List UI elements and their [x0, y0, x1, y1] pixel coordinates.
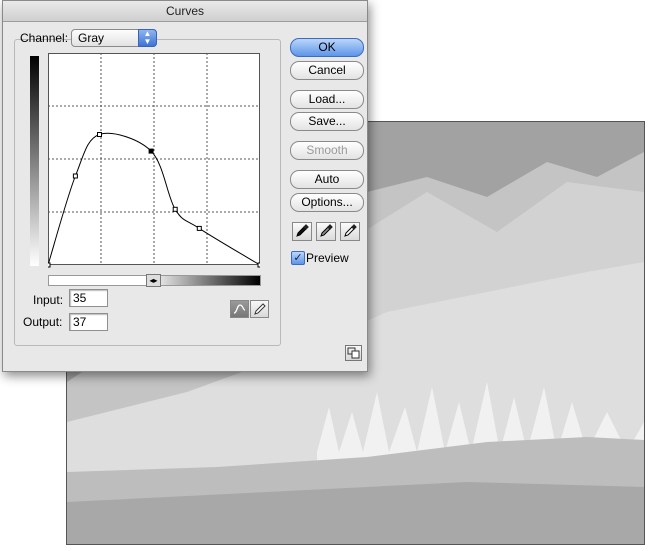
curve-tool-button[interactable]: [230, 300, 249, 318]
channel-value: Gray: [78, 31, 105, 45]
curve-point[interactable]: [172, 206, 178, 212]
white-point-eyedropper-button[interactable]: [340, 222, 360, 241]
curve-point[interactable]: [97, 132, 102, 137]
gradient-toggle-icon[interactable]: ◂▸: [146, 274, 161, 287]
pencil-tool-icon: [254, 303, 266, 315]
curve-point[interactable]: [196, 225, 202, 231]
curve-tool-icon: [233, 304, 246, 314]
ok-button[interactable]: OK: [290, 38, 364, 57]
load-button[interactable]: Load...: [290, 90, 364, 109]
input-gradient-bar-white: [48, 275, 149, 286]
save-button[interactable]: Save...: [290, 112, 364, 131]
input-field[interactable]: 35: [69, 289, 108, 307]
channel-select[interactable]: Gray ▲ ▼: [71, 29, 157, 47]
select-arrows-icon: ▲ ▼: [138, 29, 157, 47]
curve-point-selected[interactable]: [148, 148, 154, 154]
auto-button[interactable]: Auto: [290, 170, 364, 189]
curve-point[interactable]: [72, 173, 78, 179]
eyedropper-black-icon: [296, 224, 309, 237]
black-point-eyedropper-button[interactable]: [292, 222, 312, 241]
input-label: Input:: [33, 293, 64, 307]
curve-graph[interactable]: [48, 53, 260, 268]
output-label: Output:: [23, 315, 63, 329]
pencil-tool-button[interactable]: [250, 300, 269, 318]
channel-label: Channel:: [20, 31, 69, 45]
options-button[interactable]: Options...: [290, 193, 364, 212]
curve-point[interactable]: [48, 262, 51, 268]
smooth-button[interactable]: Smooth: [290, 141, 364, 160]
gray-point-eyedropper-button[interactable]: [316, 222, 336, 241]
resize-icon: [347, 347, 360, 359]
output-gradient-bar: [30, 56, 39, 266]
curves-dialog: Curves Channel: Gray ▲ ▼ ◂▸ Input: 35 Out…: [2, 0, 368, 372]
eyedropper-gray-icon: [320, 224, 333, 237]
expand-view-button[interactable]: [345, 345, 362, 361]
input-gradient-bar: [148, 275, 261, 286]
cancel-button[interactable]: Cancel: [290, 61, 364, 80]
curve-point[interactable]: [257, 262, 260, 268]
output-field[interactable]: 37: [69, 313, 108, 331]
preview-label: Preview: [306, 251, 349, 265]
dialog-title: Curves: [3, 1, 367, 22]
preview-checkbox[interactable]: ✓: [291, 251, 305, 265]
eyedropper-white-icon: [344, 224, 357, 237]
